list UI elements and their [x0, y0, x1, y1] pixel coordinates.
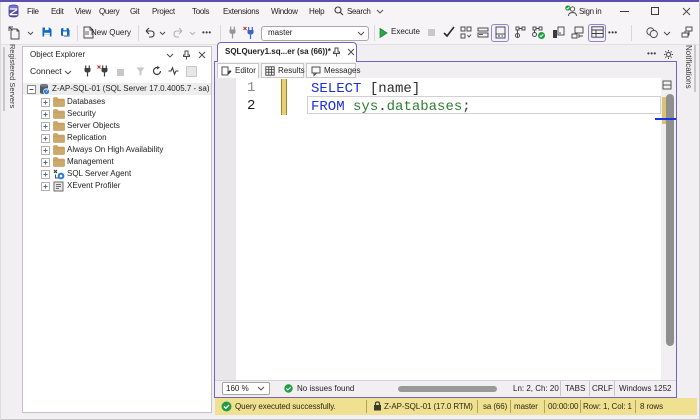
svg-text:?: ? [45, 89, 48, 95]
